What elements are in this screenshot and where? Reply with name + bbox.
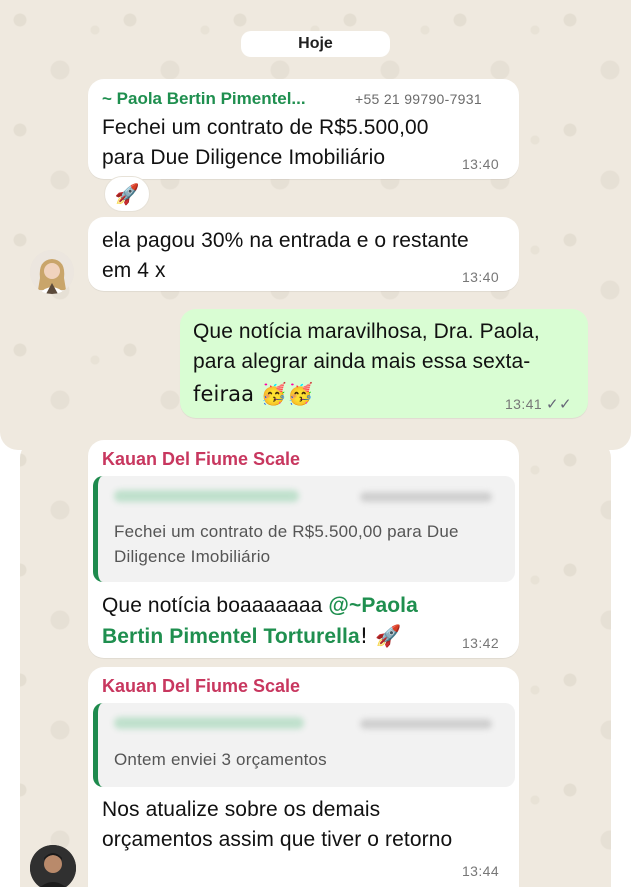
message-bubble-3[interactable]: Que notícia maravilhosa, Dra. Paola, par…	[180, 309, 588, 418]
message-sender-phone: +55 21 99790-7931	[355, 91, 482, 107]
message-text: Nos atualize sobre os demais	[102, 798, 381, 821]
avatar-photo-icon	[30, 845, 76, 887]
chat-panel-top: Hoje ~ Paola Bertin Pimentel... +55 21 9…	[0, 0, 631, 450]
quoted-text: Fechei um contrato de R$5.500,00 para Du…	[114, 522, 459, 541]
rocket-icon: 🚀	[114, 182, 140, 206]
message-bubble-5[interactable]: Kauan Del Fiume Scale Ontem enviei 3 orç…	[88, 667, 519, 887]
quoted-message[interactable]: Ontem enviei 3 orçamentos	[93, 703, 515, 787]
message-time: 13:40	[462, 156, 500, 172]
message-text: para alegrar ainda mais essa sexta-	[193, 350, 531, 373]
message-text-part: ! 🚀	[359, 624, 402, 648]
avatar-photo-icon	[30, 250, 74, 294]
blurred-sender-name	[114, 717, 304, 729]
double-check-icon: ✓✓	[546, 396, 572, 413]
message-text: Que notícia boaaaaaaa @~Paola	[102, 591, 418, 621]
message-text: orçamentos assim que tiver o retorno	[102, 828, 453, 851]
message-bubble-4[interactable]: Kauan Del Fiume Scale Fechei um contrato…	[88, 440, 519, 658]
message-time: 13:40	[462, 269, 500, 285]
quoted-message[interactable]: Fechei um contrato de R$5.500,00 para Du…	[93, 476, 515, 582]
message-text: Bertin Pimentel Torturella! 🚀	[102, 621, 401, 652]
blurred-sender-phone	[360, 492, 492, 502]
quoted-text: Ontem enviei 3 orçamentos	[114, 750, 327, 769]
date-separator: Hoje	[241, 31, 390, 57]
message-text: feiraa 🥳🥳	[193, 379, 313, 410]
message-bubble-1[interactable]: ~ Paola Bertin Pimentel... +55 21 99790-…	[88, 79, 519, 179]
message-text: para Due Diligence Imobiliário	[102, 146, 386, 169]
blurred-sender-name	[114, 490, 299, 502]
message-time-text: 13:41	[505, 396, 543, 412]
message-text: Fechei um contrato de R$5.500,00	[102, 116, 429, 139]
party-face-icon: feiraa 🥳🥳	[193, 382, 314, 406]
sender-avatar[interactable]	[30, 845, 76, 887]
message-text-part: Que notícia boaaaaaaa	[102, 594, 329, 617]
blurred-sender-phone	[360, 719, 492, 729]
quoted-text: Diligence Imobiliário	[114, 547, 271, 566]
mention-link[interactable]: @~Paola	[328, 594, 417, 617]
message-sender-4[interactable]: Kauan Del Fiume Scale	[102, 449, 300, 470]
message-bubble-2[interactable]: ela pagou 30% na entrada e o restante em…	[88, 217, 519, 291]
message-sender-5[interactable]: Kauan Del Fiume Scale	[102, 676, 300, 697]
message-time: 13:44	[462, 863, 500, 879]
message-time: 13:41 ✓✓	[505, 395, 572, 413]
message-sender-1[interactable]: ~ Paola Bertin Pimentel...	[102, 89, 306, 109]
message-text: em 4 x	[102, 259, 166, 282]
sender-avatar[interactable]	[30, 250, 74, 294]
message-text: Que notícia maravilhosa, Dra. Paola,	[193, 320, 540, 343]
mention-link[interactable]: Bertin Pimentel Torturella	[102, 625, 360, 648]
message-time: 13:42	[462, 635, 500, 651]
message-reaction[interactable]: 🚀	[104, 176, 150, 212]
message-text: ela pagou 30% na entrada e o restante	[102, 229, 469, 252]
